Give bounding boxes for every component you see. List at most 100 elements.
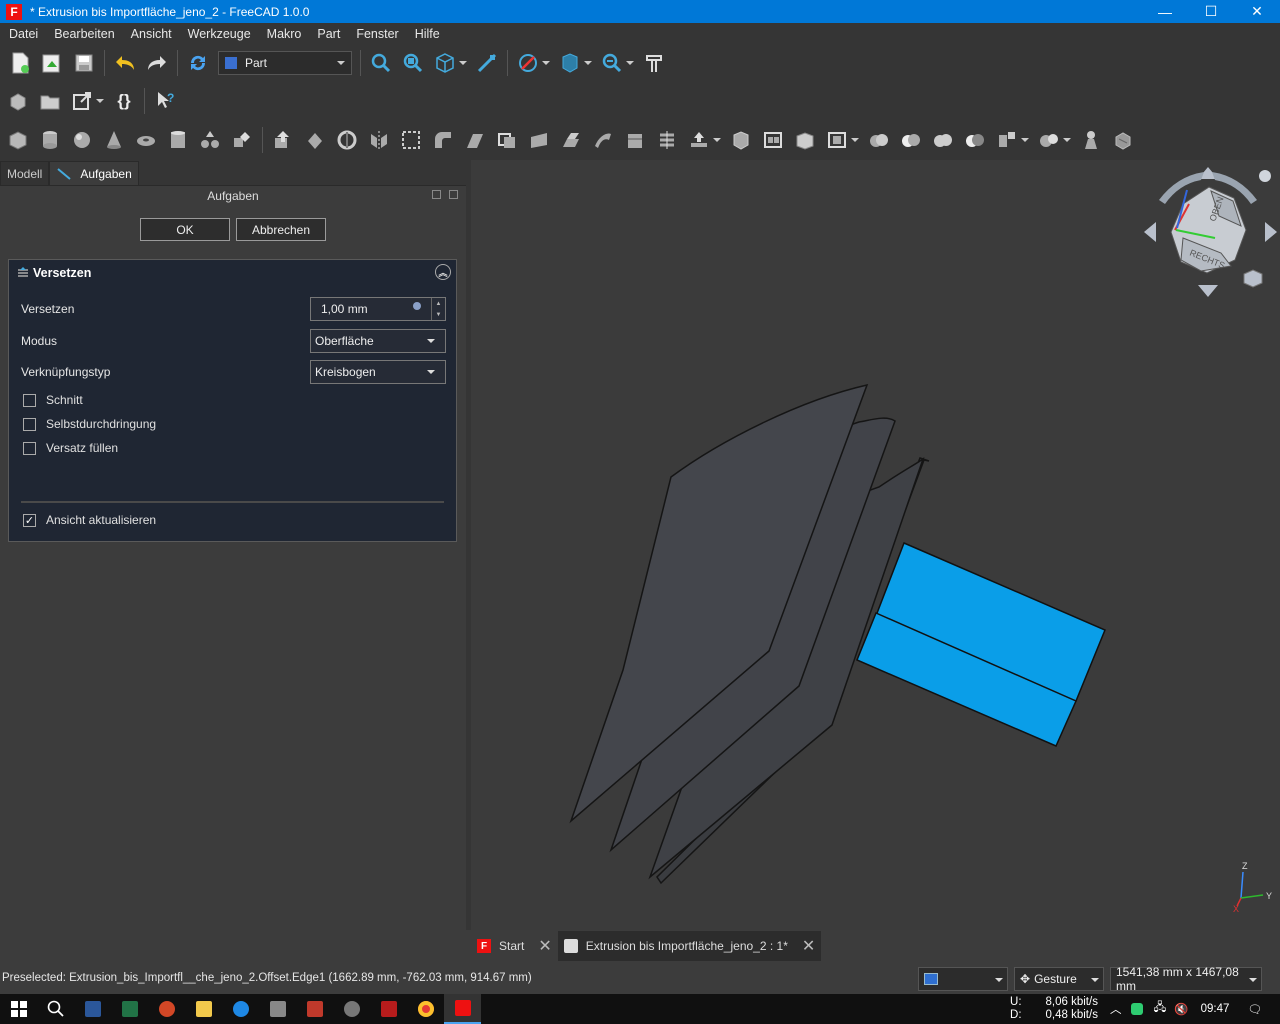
boolean-icon[interactable] xyxy=(867,128,891,152)
mirror-icon[interactable] xyxy=(367,128,391,152)
network-icon[interactable]: 🖧 xyxy=(1153,1000,1166,1019)
menu-part[interactable]: Part xyxy=(308,27,347,41)
close-tab-icon[interactable]: ✕ xyxy=(538,936,551,956)
create-part-icon[interactable] xyxy=(6,89,30,113)
projection-icon[interactable] xyxy=(761,128,785,152)
app-grid-icon[interactable] xyxy=(296,994,333,1024)
tube-icon[interactable] xyxy=(166,128,190,152)
chamfer-icon[interactable] xyxy=(431,128,455,152)
app-red-icon[interactable] xyxy=(370,994,407,1024)
3d-view[interactable]: OBEN RECHTS Z Y X xyxy=(471,160,1280,930)
chevron-up-icon[interactable]: ︿ xyxy=(1110,1001,1122,1017)
draw-style-icon[interactable] xyxy=(516,51,540,75)
clock[interactable]: 09:47 xyxy=(1201,1003,1230,1015)
redo-icon[interactable] xyxy=(145,51,169,75)
variable-set-icon[interactable]: {} xyxy=(112,89,136,113)
shape-builder-icon[interactable] xyxy=(230,128,254,152)
create-group-icon[interactable] xyxy=(38,89,62,113)
revolve-2-icon[interactable] xyxy=(335,128,359,152)
self-intersection-checkbox[interactable] xyxy=(23,417,36,431)
torus-icon[interactable] xyxy=(134,128,158,152)
intersection-checkbox-row[interactable]: Schnitt xyxy=(23,390,83,410)
close-panel-icon[interactable] xyxy=(449,190,458,199)
cancel-button[interactable]: Abbrechen xyxy=(236,218,326,241)
cone-icon[interactable] xyxy=(102,128,126,152)
word-icon[interactable] xyxy=(74,994,111,1024)
file-explorer-icon[interactable] xyxy=(185,994,222,1024)
save-icon[interactable] xyxy=(72,51,96,75)
minimize-icon[interactable]: — xyxy=(1142,0,1188,23)
tab-document[interactable]: Extrusion bis Importfläche_jeno_2 : 1* ✕ xyxy=(557,931,822,961)
revolve-icon[interactable] xyxy=(303,128,327,152)
primitives-icon[interactable] xyxy=(198,128,222,152)
offset-tools-icon[interactable] xyxy=(687,128,711,152)
draw-style-select[interactable] xyxy=(918,967,1008,991)
cross-sections-icon[interactable] xyxy=(623,128,647,152)
menu-makro[interactable]: Makro xyxy=(258,27,309,41)
navigation-cube[interactable]: OBEN RECHTS xyxy=(1144,167,1277,297)
3d-scene[interactable]: OBEN RECHTS Z Y X xyxy=(471,160,1280,930)
refresh-icon[interactable] xyxy=(186,51,210,75)
freecad-taskbar-icon[interactable] xyxy=(444,994,481,1024)
split-tools-icon[interactable] xyxy=(995,128,1019,152)
float-panel-icon[interactable] xyxy=(432,190,441,199)
close-tab-icon[interactable]: ✕ xyxy=(802,936,815,956)
selection-view-icon[interactable] xyxy=(558,51,582,75)
measurement-tool-icon[interactable] xyxy=(642,51,666,75)
chrome-icon[interactable] xyxy=(407,994,444,1024)
navigation-style-select[interactable]: ✥ Gesture xyxy=(1014,967,1104,991)
tab-model[interactable]: Modell xyxy=(0,161,50,185)
fit-all-icon[interactable] xyxy=(369,51,393,75)
update-view-checkbox[interactable]: ✓ xyxy=(23,513,36,527)
intersection-checkbox[interactable] xyxy=(23,393,36,407)
isometric-view-icon[interactable] xyxy=(433,51,457,75)
whats-this-icon[interactable]: ? xyxy=(153,89,177,113)
thickness-icon[interactable] xyxy=(729,128,753,152)
box-icon[interactable] xyxy=(6,128,30,152)
update-view-checkbox-row[interactable]: ✓ Ansicht aktualisieren xyxy=(23,510,156,530)
menu-werkzeuge[interactable]: Werkzeuge xyxy=(179,27,258,41)
powerpoint-icon[interactable] xyxy=(148,994,185,1024)
app-blue-icon[interactable] xyxy=(222,994,259,1024)
loft-icon[interactable] xyxy=(527,128,551,152)
notifications-icon[interactable]: 🗨 xyxy=(1247,1002,1262,1016)
sweep-icon[interactable] xyxy=(559,128,583,152)
cut-icon[interactable] xyxy=(899,128,923,152)
sphere-icon[interactable] xyxy=(70,128,94,152)
self-intersection-checkbox-row[interactable]: Selbstdurchdringung xyxy=(23,414,156,434)
close-icon[interactable]: ✕ xyxy=(1234,0,1280,23)
solid-box-icon[interactable] xyxy=(793,128,817,152)
nav-arrow-right-icon[interactable] xyxy=(1265,222,1277,242)
fill-offset-checkbox[interactable] xyxy=(23,441,36,455)
mode-select[interactable]: Oberfläche xyxy=(310,329,446,353)
menu-fenster[interactable]: Fenster xyxy=(347,27,405,41)
collapse-icon[interactable]: ︽ xyxy=(435,264,451,280)
extrude-icon[interactable] xyxy=(271,128,295,152)
open-document-icon[interactable] xyxy=(40,51,64,75)
make-face-icon[interactable] xyxy=(463,128,487,152)
windows-start-icon[interactable] xyxy=(0,994,37,1024)
join-features-icon[interactable] xyxy=(1037,128,1061,152)
nav-arrow-left-icon[interactable] xyxy=(1144,222,1156,242)
join-type-select[interactable]: Kreisbogen xyxy=(310,360,446,384)
calculator-icon[interactable] xyxy=(259,994,296,1024)
common-icon[interactable] xyxy=(963,128,987,152)
offset-icon[interactable] xyxy=(655,128,679,152)
compound-tools-icon[interactable] xyxy=(825,128,849,152)
undo-icon[interactable] xyxy=(113,51,137,75)
menu-bearbeiten[interactable]: Bearbeiten xyxy=(45,27,121,41)
defeaturing-icon[interactable] xyxy=(1111,128,1135,152)
dimension-display[interactable]: 1541,38 mm x 1467,08 mm xyxy=(1110,965,1262,993)
ruled-surface-icon[interactable] xyxy=(495,128,519,152)
nav-menu-dot[interactable] xyxy=(1259,170,1271,182)
menu-ansicht[interactable]: Ansicht xyxy=(122,27,179,41)
workbench-selector[interactable]: Part xyxy=(218,51,352,75)
view-cube-small-icon[interactable] xyxy=(1243,269,1263,288)
fit-selection-icon[interactable] xyxy=(401,51,425,75)
security-icon[interactable] xyxy=(1131,1003,1144,1015)
cylinder-icon[interactable] xyxy=(38,128,62,152)
link-icon[interactable] xyxy=(70,89,94,113)
fillet-icon[interactable] xyxy=(399,128,423,152)
tab-start[interactable]: F Start ✕ xyxy=(471,931,558,961)
zoom-icon[interactable] xyxy=(600,51,624,75)
